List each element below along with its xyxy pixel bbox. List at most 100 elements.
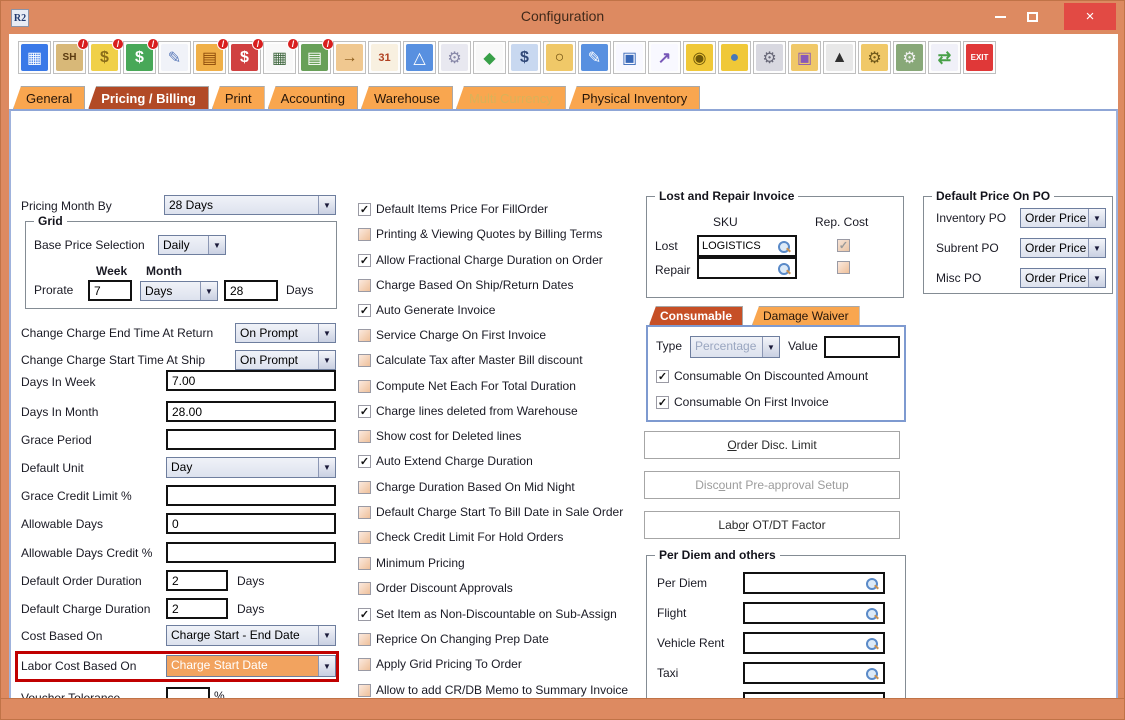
checkbox-row[interactable]: Charge Duration Based On Mid Night	[358, 478, 575, 496]
default-unit-select[interactable]: Day▼	[166, 457, 336, 478]
prorate-month-unit-select[interactable]: Days▼	[140, 281, 218, 301]
checkbox-row[interactable]: ✓Auto Generate Invoice	[358, 301, 495, 319]
cost-based-on-select[interactable]: Charge Start - End Date▼	[166, 625, 336, 646]
repair-sku-input[interactable]	[699, 259, 777, 277]
taxi-input[interactable]	[745, 664, 863, 682]
order-disc-limit-button[interactable]: Order Disc. Limit	[644, 431, 900, 459]
toolbar-button-document-transfer[interactable]: ⇄	[928, 41, 961, 74]
allowable-days-credit-input[interactable]	[166, 542, 336, 563]
toolbar-button-date-range[interactable]: 31	[368, 41, 401, 74]
checkbox-row[interactable]: ✓Set Item as Non-Discountable on Sub-Ass…	[358, 605, 617, 623]
checkbox[interactable]: ✓	[656, 396, 669, 409]
toolbar-button-calculator-gear[interactable]: ⚙	[893, 41, 926, 74]
base-price-selection-select[interactable]: Daily▼	[158, 235, 226, 255]
toolbar-button-folder-lock[interactable]: ▣	[788, 41, 821, 74]
chevron-down-icon[interactable]: ▼	[318, 196, 335, 214]
chevron-down-icon[interactable]: ▼	[318, 351, 335, 369]
search-icon[interactable]	[777, 240, 791, 254]
tab-damage-waiver[interactable]: Damage Waiver	[752, 306, 860, 325]
toolbar-button-shipping-order[interactable]: SH/	[53, 41, 86, 74]
toolbar-button-shield-user[interactable]: ●	[718, 41, 751, 74]
checkbox[interactable]	[358, 430, 371, 443]
grace-credit-limit-input[interactable]	[166, 485, 336, 506]
checkbox[interactable]	[358, 633, 371, 646]
close-button[interactable]: ×	[1064, 3, 1116, 30]
toolbar-button-edit-document[interactable]: ✎	[158, 41, 191, 74]
checkbox[interactable]	[358, 506, 371, 519]
checkbox[interactable]	[358, 228, 371, 241]
labor-cost-based-on-select[interactable]: Charge Start Date▼	[166, 655, 336, 677]
tab-general[interactable]: General	[13, 86, 85, 109]
checkbox[interactable]: ✓	[358, 304, 371, 317]
checkbox-row[interactable]: Compute Net Each For Total Duration	[358, 377, 576, 395]
checkbox-row[interactable]: ✓Allow Fractional Charge Duration on Ord…	[358, 251, 603, 269]
maximize-button[interactable]	[1018, 5, 1046, 29]
flight-input[interactable]	[745, 604, 863, 622]
checkbox[interactable]	[358, 557, 371, 570]
minimize-button[interactable]	[986, 5, 1014, 29]
value-input[interactable]	[824, 336, 900, 358]
toolbar-button-document-cubes[interactable]: ▣	[613, 41, 646, 74]
tab-pricing-billing[interactable]: Pricing / Billing	[88, 86, 209, 109]
end-time-select[interactable]: On Prompt▼	[235, 323, 336, 343]
checkbox[interactable]	[358, 354, 371, 367]
toolbar-button-payment[interactable]: $/	[228, 41, 261, 74]
search-icon[interactable]	[777, 262, 791, 276]
checkbox-row[interactable]: Allow to add CR/DB Memo to Summary Invoi…	[358, 681, 628, 699]
checkbox-row[interactable]: Printing & Viewing Quotes by Billing Ter…	[358, 225, 602, 243]
search-icon[interactable]	[865, 577, 879, 591]
default-charge-duration-input[interactable]	[166, 598, 228, 619]
checkbox-row[interactable]: Order Discount Approvals	[358, 579, 513, 597]
toolbar-button-ruler[interactable]: △	[403, 41, 436, 74]
checkbox-row[interactable]: ✓Consumable On Discounted Amount	[656, 367, 868, 385]
default-order-duration-input[interactable]	[166, 570, 228, 591]
checkbox[interactable]: ✓	[358, 455, 371, 468]
chevron-down-icon[interactable]: ▼	[1088, 269, 1105, 287]
chevron-down-icon[interactable]: ▼	[318, 626, 335, 645]
toolbar-button-gears[interactable]: ⚙	[438, 41, 471, 74]
chevron-down-icon[interactable]: ▼	[318, 324, 335, 342]
checkbox-row[interactable]: Calculate Tax after Master Bill discount	[358, 351, 583, 369]
checkbox-row[interactable]: Apply Grid Pricing To Order	[358, 655, 522, 673]
chevron-down-icon[interactable]: ▼	[208, 236, 225, 254]
checkbox-row[interactable]: Minimum Pricing	[358, 554, 465, 572]
toolbar-button-lock-checkin[interactable]: →	[333, 41, 366, 74]
grace-period-input[interactable]	[166, 429, 336, 450]
toolbar-button-exit[interactable]: EXIT	[963, 41, 996, 74]
toolbar-button-form-edit[interactable]: ✎	[578, 41, 611, 74]
toolbar-button-ledger[interactable]: ▤/	[298, 41, 331, 74]
toolbar-button-statue[interactable]: ▲	[823, 41, 856, 74]
checkbox-row[interactable]: Show cost for Deleted lines	[358, 427, 521, 445]
checkbox[interactable]: ✓	[358, 203, 371, 216]
checkbox[interactable]: ✓	[358, 254, 371, 267]
days-in-month-input[interactable]	[166, 401, 336, 422]
checkbox[interactable]	[358, 380, 371, 393]
checkbox-row[interactable]: Check Credit Limit For Hold Orders	[358, 528, 563, 546]
toolbar-button-document-send[interactable]: ↗	[648, 41, 681, 74]
toolbar-button-scanner[interactable]: ⚙	[753, 41, 786, 74]
toolbar-button-price-tag[interactable]: $	[508, 41, 541, 74]
lost-sku-input[interactable]	[699, 237, 777, 255]
checkbox[interactable]	[358, 279, 371, 292]
vehicle-rent-input[interactable]	[745, 634, 863, 652]
toolbar-button-form[interactable]: ▤/	[193, 41, 226, 74]
checkbox-row[interactable]: ✓Consumable On First Invoice	[656, 393, 829, 411]
tab-warehouse[interactable]: Warehouse	[361, 86, 453, 109]
chevron-down-icon[interactable]: ▼	[200, 282, 217, 300]
tab-accounting[interactable]: Accounting	[268, 86, 358, 109]
checkbox-row[interactable]: Charge Based On Ship/Return Dates	[358, 276, 573, 294]
toolbar-button-cubes[interactable]: ◆	[473, 41, 506, 74]
checkbox[interactable]	[358, 658, 371, 671]
search-icon[interactable]	[865, 637, 879, 651]
checkbox[interactable]: ✓	[358, 405, 371, 418]
checkbox-row[interactable]: ✓Auto Extend Charge Duration	[358, 452, 533, 470]
prorate-month-input[interactable]	[224, 280, 278, 301]
checkbox[interactable]	[358, 684, 371, 697]
checkbox-row[interactable]: Service Charge On First Invoice	[358, 326, 546, 344]
chevron-down-icon[interactable]: ▼	[318, 656, 335, 676]
checkbox[interactable]	[358, 329, 371, 342]
toolbar-button-folder-clock[interactable]: ○	[543, 41, 576, 74]
checkbox[interactable]: ✓	[358, 608, 371, 621]
toolbar-button-save[interactable]: ▦	[18, 41, 51, 74]
checkbox[interactable]	[358, 582, 371, 595]
